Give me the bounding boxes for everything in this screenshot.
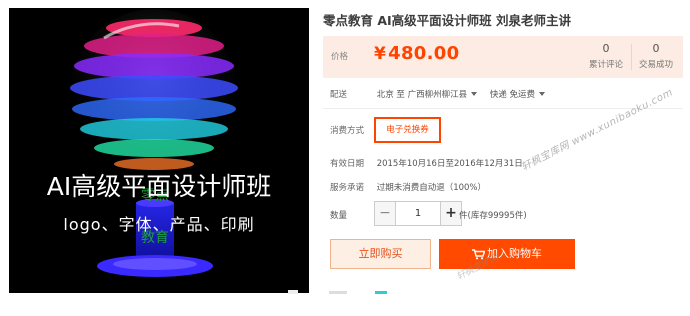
validity-value: 2015年10月16日至2016年12月31日 [376,159,523,169]
price-label: 价格 [331,52,349,62]
shipping-method-select[interactable]: 快递 免运费 [490,90,549,100]
consume-row: 消费方式 [330,124,374,136]
shipping-label: 配送 [330,90,348,100]
chevron-down-icon [471,92,478,96]
add-to-cart-button[interactable]: 加入购物车 [439,239,575,269]
currency-symbol: ¥ [374,44,387,64]
price-amount: 480.00 [388,43,460,64]
shipping-from: 北京 至 [376,90,405,100]
quantity-input[interactable]: 1 [396,201,440,226]
buy-now-button[interactable]: 立即购买 [330,239,431,269]
consume-label: 消费方式 [330,126,365,136]
commitment-label: 服务承诺 [330,183,365,193]
validity-row: 有效日期 2015年10月16日至2016年12月31日 [330,157,523,169]
price-value: ¥480.00 [374,43,459,64]
stat-divider [631,44,632,70]
stock-info: 件(库存99995件) [459,211,527,221]
bottom-tab-indicator-active [375,291,387,294]
price-box: 价格 ¥480.00 0 累计评论 0 交易成功 [323,36,683,78]
voucher-option-button[interactable]: 电子兑换券 [374,117,441,143]
image-subline: logo、字体、产品、印刷 [63,215,255,234]
image-headline: AI高级平面设计师班 [46,172,272,201]
reviews-count: 0 [602,42,610,55]
shipping-destination-value: 广西柳州柳江县 [407,90,468,100]
shipping-method-value: 快递 免运费 [489,90,536,100]
sales-label: 交易成功 [638,60,673,70]
thumbnail-strip [288,290,298,294]
reviews-stat[interactable]: 0 累计评论 [585,42,627,70]
reviews-label: 累计评论 [588,60,623,70]
sales-stat: 0 交易成功 [635,42,677,70]
chevron-down-icon [539,92,546,96]
shipping-row: 配送 北京 至 广西柳州柳江县 快递 免运费 [330,88,549,100]
decrement-button[interactable]: − [374,201,396,226]
sales-count: 0 [652,42,660,55]
shipping-destination-select[interactable]: 广西柳州柳江县 [408,90,482,100]
quantity-stepper: − 1 + [374,201,462,226]
glowing-sphere-graphic: 零点 教育 [70,9,238,277]
commitment-row: 服务承诺 过期未消费自动退（100%） [330,181,486,193]
validity-label: 有效日期 [330,159,365,169]
product-image: 零点 教育 AI高级平面设计师班 logo、字体、产品、印刷 [9,8,309,293]
commitment-value: 过期未消费自动退（100%） [376,183,487,193]
quantity-label: 数量 [330,211,348,221]
product-title: 零点教育 AI高级平面设计师班 刘泉老师主讲 [323,13,572,28]
bottom-tab-indicator [329,291,347,294]
